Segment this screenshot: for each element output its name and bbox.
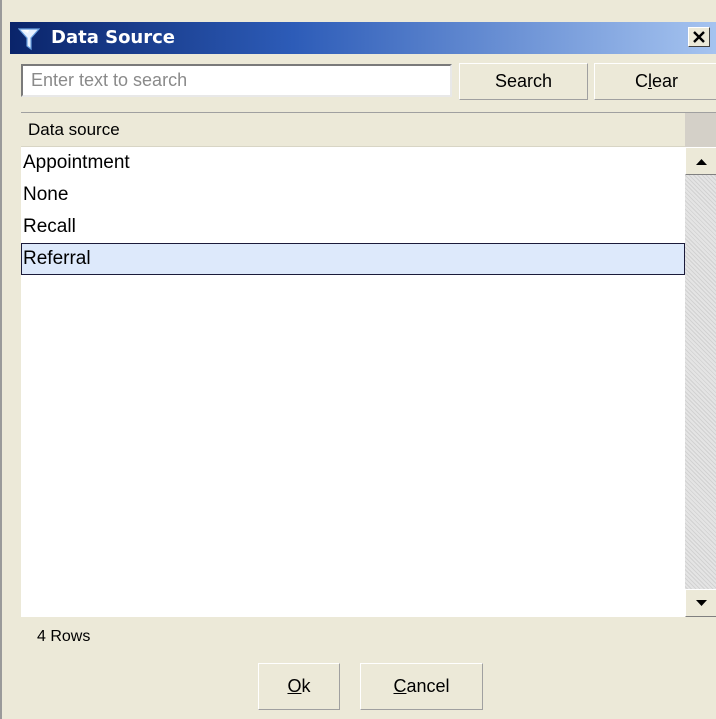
cancel-button-label: Cancel — [393, 676, 450, 696]
ok-button[interactable]: Ok — [258, 663, 340, 710]
column-header-label: Data source — [28, 120, 120, 139]
arrow-down-icon — [696, 600, 707, 606]
list-item-selected[interactable]: Referral — [21, 243, 685, 275]
scroll-down-button[interactable] — [685, 589, 716, 617]
dialog-title: Data Source — [51, 27, 176, 48]
clear-button[interactable]: Clear — [594, 63, 716, 100]
data-source-list: Data source Appointment None Recall Refe… — [21, 112, 716, 617]
title-bar[interactable]: Data Source — [10, 22, 716, 54]
list-item[interactable]: Appointment — [21, 147, 685, 179]
ok-button-label: Ok — [287, 676, 311, 696]
column-header-data-source[interactable]: Data source — [21, 113, 685, 147]
list-rows: Appointment None Recall Referral — [21, 147, 685, 275]
scroll-up-button[interactable] — [685, 147, 716, 175]
rows-count-label: 4 Rows — [37, 628, 91, 645]
search-button[interactable]: Search — [459, 63, 588, 100]
funnel-icon — [18, 28, 40, 51]
data-source-dialog: Data Source Search Clear Data source App… — [0, 0, 716, 719]
cancel-button[interactable]: Cancel — [360, 663, 483, 710]
clear-button-label: Clear — [634, 71, 678, 91]
search-button-label: Search — [494, 71, 553, 91]
list-item[interactable]: None — [21, 179, 685, 211]
close-button[interactable] — [688, 27, 710, 47]
search-input[interactable] — [21, 64, 452, 97]
close-icon — [693, 31, 705, 43]
vertical-scrollbar[interactable] — [685, 147, 716, 617]
header-corner — [685, 113, 716, 147]
arrow-up-icon — [696, 159, 707, 165]
list-item[interactable]: Recall — [21, 211, 685, 243]
